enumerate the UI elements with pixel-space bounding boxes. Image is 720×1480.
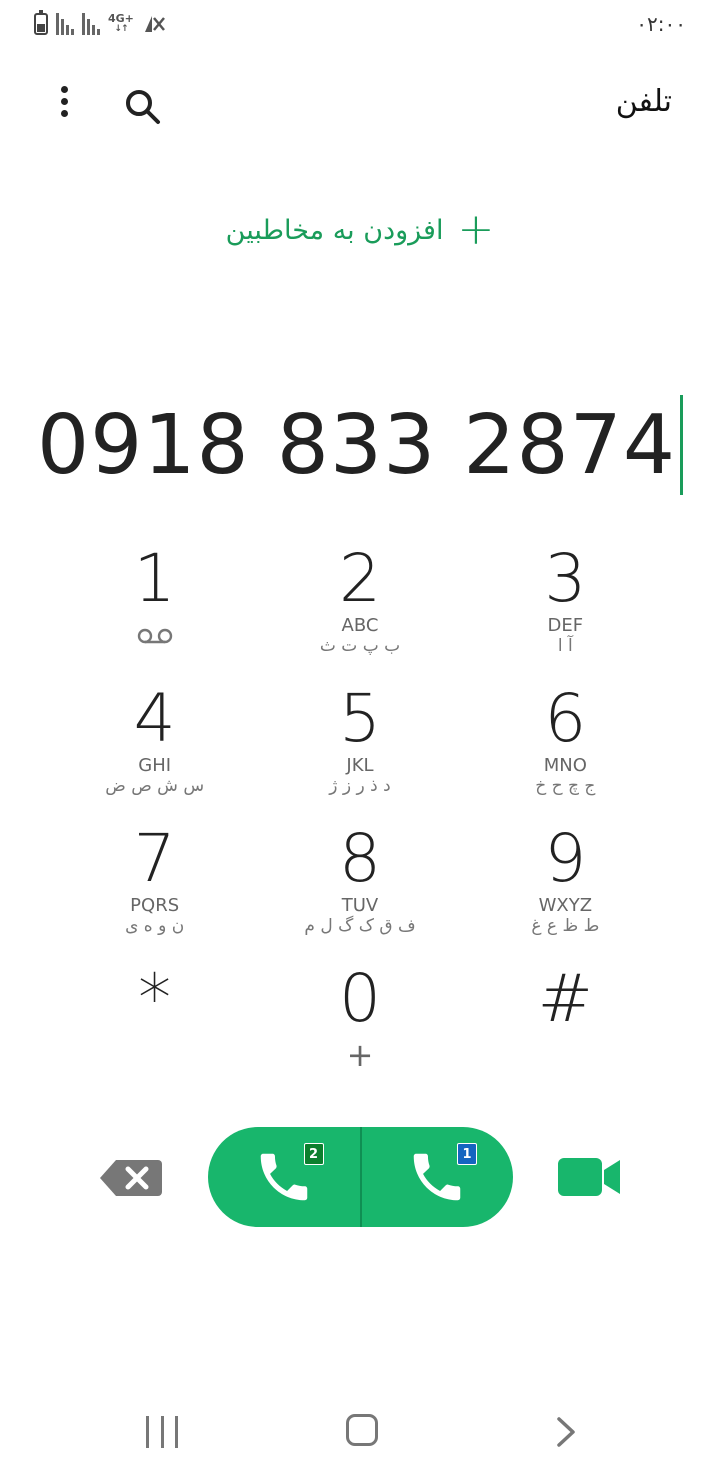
status-icons: 4G+ ↓↑ (34, 10, 168, 36)
home-icon[interactable] (346, 1414, 378, 1446)
text-cursor (680, 395, 683, 495)
key-6[interactable]: 6 MNO ج چ ح خ (463, 680, 668, 820)
key-7[interactable]: 7 PQRS ن و ه ی (52, 820, 257, 960)
dialed-number: 0918 833 2874 (36, 397, 676, 493)
key-1[interactable]: 1 (52, 540, 257, 680)
key-3[interactable]: 3 DEF آ ا (463, 540, 668, 680)
voicemail-icon (137, 628, 172, 644)
key-2[interactable]: 2 ABC ب پ ت ث (257, 540, 462, 680)
plus-sub-label: + (346, 1036, 374, 1074)
recent-apps-icon[interactable] (146, 1416, 178, 1448)
add-to-contacts-label: افزودن به مخاطبین (225, 214, 444, 246)
call-sim2-button[interactable]: 2 (208, 1127, 360, 1227)
number-display[interactable]: 0918 833 2874 (0, 395, 720, 495)
plus-icon: + (457, 204, 495, 255)
dial-keypad: 1 2 ABC ب پ ت ث 3 DEF آ ا 4 GHI س ش ص ض … (52, 540, 668, 1100)
signal-sim1-icon (56, 13, 74, 35)
navigation-bar (0, 1400, 720, 1480)
key-9[interactable]: 9 WXYZ ط ظ ع غ (463, 820, 668, 960)
call-sim1-button[interactable]: 1 (362, 1127, 514, 1227)
battery-icon (34, 10, 48, 35)
add-to-contacts-button[interactable]: افزودن به مخاطبین + (0, 208, 720, 252)
key-4[interactable]: 4 GHI س ش ص ض (52, 680, 257, 820)
key-hash[interactable]: # (463, 960, 668, 1100)
key-8[interactable]: 8 TUV ف ق ک گ ل م (257, 820, 462, 960)
page-title: تلفن (615, 84, 672, 119)
key-5[interactable]: 5 JKL د ذ ر ز ژ (257, 680, 462, 820)
network-type: 4G+ ↓↑ (108, 12, 134, 34)
sim1-badge: 1 (457, 1143, 477, 1165)
wifi-off-icon (144, 16, 165, 32)
status-clock: ۰۲:۰۰ (636, 12, 686, 36)
key-star[interactable]: * (52, 960, 257, 1100)
signal-sim2-icon (82, 13, 100, 35)
video-call-icon[interactable] (556, 1156, 622, 1198)
more-vert-icon[interactable] (52, 86, 76, 122)
key-0[interactable]: 0 + (257, 960, 462, 1100)
status-bar: 4G+ ↓↑ ۰۲:۰۰ (0, 0, 720, 50)
sim2-badge: 2 (303, 1143, 324, 1165)
back-icon[interactable] (554, 1416, 578, 1448)
search-icon[interactable] (122, 86, 162, 126)
backspace-icon[interactable] (100, 1158, 162, 1198)
call-buttons: 2 1 (208, 1127, 513, 1227)
